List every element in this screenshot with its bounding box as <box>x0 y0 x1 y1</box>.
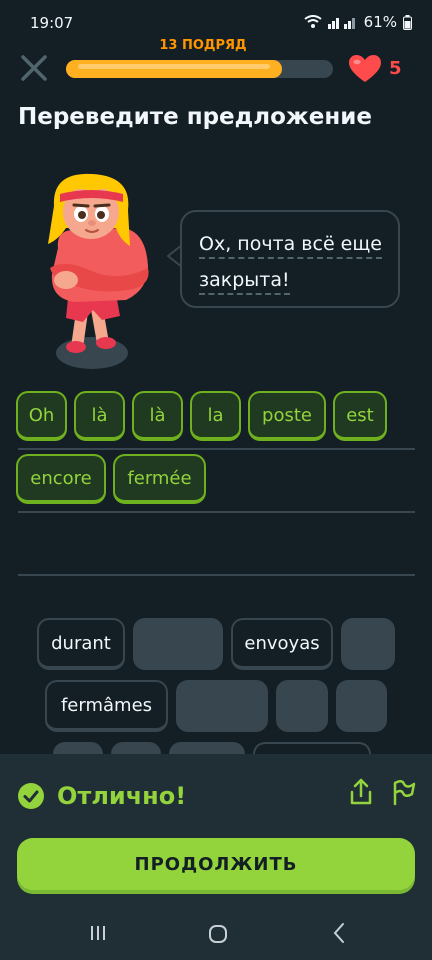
word-bank-tile[interactable]: fermâmes <box>45 680 168 732</box>
heart-icon[interactable] <box>348 54 382 84</box>
home-icon[interactable] <box>208 924 228 944</box>
wifi-icon <box>304 15 322 28</box>
word-bank-row: fermâmes <box>45 680 387 732</box>
continue-button[interactable]: ПРОДОЛЖИТЬ <box>17 838 415 890</box>
word-bank-slot-empty <box>276 680 328 732</box>
word-bank-slot-empty <box>133 618 223 670</box>
back-icon[interactable] <box>332 922 346 944</box>
answer-tile[interactable]: là <box>132 391 183 441</box>
word-bank-row: durant envoyas <box>37 618 395 670</box>
answer-line <box>18 511 415 513</box>
progress-fill <box>66 60 283 78</box>
answer-tile[interactable]: est <box>333 391 387 441</box>
answer-tile[interactable]: encore <box>16 454 106 504</box>
check-circle-icon <box>18 783 44 809</box>
word-bank-slot-empty <box>341 618 395 670</box>
answer-row: Oh là là la poste est <box>16 391 387 441</box>
recent-apps-icon[interactable] <box>90 924 106 942</box>
word-bank-slot-empty <box>336 680 387 732</box>
exercise-title: Переведите предложение <box>18 104 372 130</box>
character-illustration <box>48 173 149 369</box>
answer-tile[interactable]: la <box>190 391 241 441</box>
answer-tile[interactable]: fermée <box>113 454 206 504</box>
answer-tile[interactable]: poste <box>248 391 326 441</box>
source-line[interactable]: Ох, почта всё еще <box>199 233 382 259</box>
speech-bubble: Ох, почта всё еще закрыта! <box>180 210 400 308</box>
share-icon[interactable] <box>348 778 374 806</box>
close-icon[interactable] <box>18 52 50 84</box>
streak-label: 13 ПОДРЯД <box>159 38 247 53</box>
answer-line <box>18 574 415 576</box>
answer-row: encore fermée <box>16 454 206 504</box>
source-line[interactable]: закрыта! <box>199 269 290 295</box>
answer-tile[interactable]: Oh <box>16 391 67 441</box>
word-bank-tile[interactable]: durant <box>37 618 125 670</box>
answer-tile[interactable]: là <box>74 391 125 441</box>
feedback-message: Отлично! <box>57 782 187 810</box>
flag-icon[interactable] <box>390 778 416 806</box>
lesson-progress-bar <box>66 60 333 78</box>
signal-icon <box>327 18 355 29</box>
answer-line <box>18 448 415 450</box>
status-time: 19:07 <box>30 14 74 32</box>
status-indicators: 61% <box>304 13 412 31</box>
word-bank-slot-empty <box>176 680 268 732</box>
word-bank-tile[interactable]: envoyas <box>231 618 333 670</box>
source-sentence[interactable]: Ох, почта всё еще закрыта! <box>199 226 388 298</box>
battery-percent: 61% <box>363 13 397 31</box>
hearts-count: 5 <box>389 58 402 79</box>
battery-icon <box>403 14 412 30</box>
